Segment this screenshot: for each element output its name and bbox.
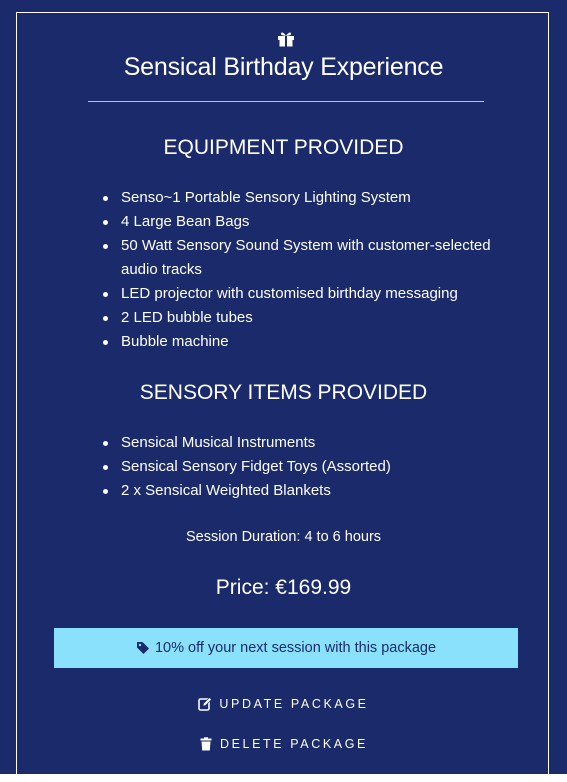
card-border	[16, 12, 549, 782]
